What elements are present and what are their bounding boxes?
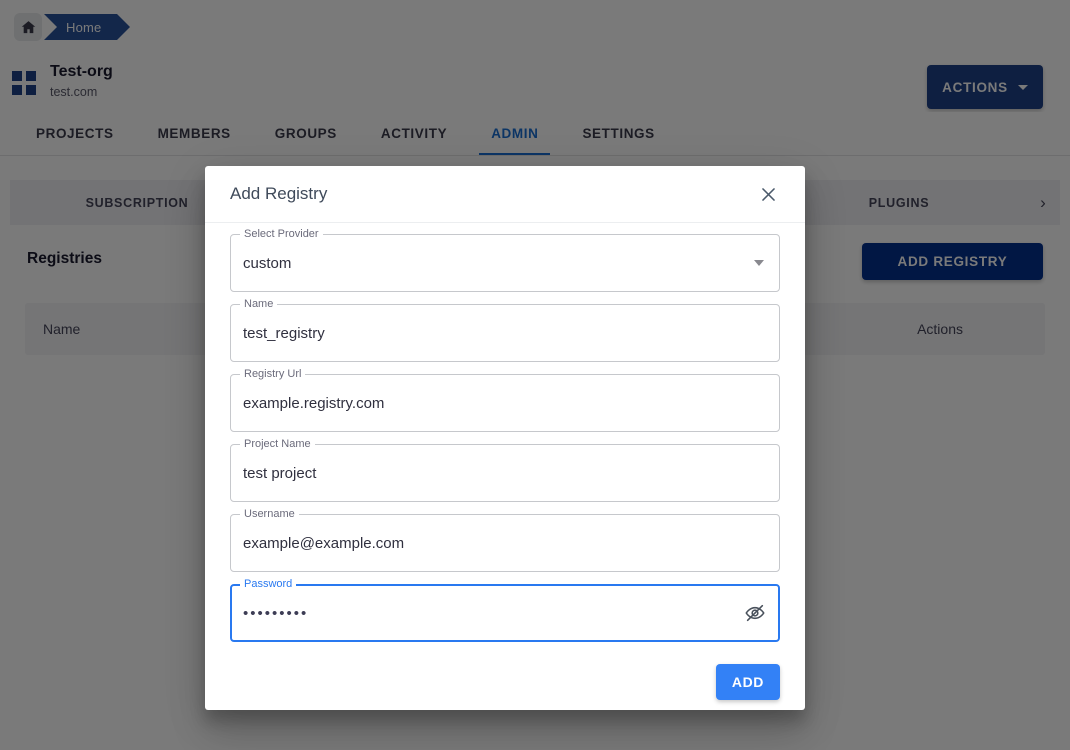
username-input[interactable]: example@example.com	[243, 514, 740, 572]
name-field[interactable]: Name test_registry	[230, 297, 780, 362]
password-field[interactable]: Password •••••••••	[230, 577, 780, 642]
registry-url-field[interactable]: Registry Url example.registry.com	[230, 367, 780, 432]
username-field[interactable]: Username example@example.com	[230, 507, 780, 572]
dropdown-arrow-icon[interactable]	[754, 260, 764, 266]
registry-url-input[interactable]: example.registry.com	[243, 374, 740, 432]
dialog-body: Select Provider custom Name test_registr…	[205, 223, 805, 654]
password-input[interactable]: •••••••••	[243, 605, 308, 622]
select-provider-value: custom	[243, 254, 292, 272]
close-icon	[759, 185, 778, 204]
eye-off-icon	[744, 602, 766, 624]
project-name-input[interactable]: test project	[243, 444, 740, 502]
close-button[interactable]	[755, 181, 781, 207]
name-input[interactable]: test_registry	[243, 304, 740, 362]
toggle-password-visibility-button[interactable]	[742, 600, 768, 626]
add-registry-dialog: Add Registry Select Provider custom Name	[205, 166, 805, 710]
app-root: Home Test-org test.com ACTIONS PROJECTS …	[0, 0, 1070, 750]
dialog-title: Add Registry	[230, 184, 328, 203]
dialog-footer: ADD	[205, 654, 805, 720]
project-name-field[interactable]: Project Name test project	[230, 437, 780, 502]
add-button[interactable]: ADD	[715, 664, 780, 700]
dialog-header: Add Registry	[205, 166, 805, 223]
select-provider-field[interactable]: Select Provider custom	[230, 227, 780, 292]
